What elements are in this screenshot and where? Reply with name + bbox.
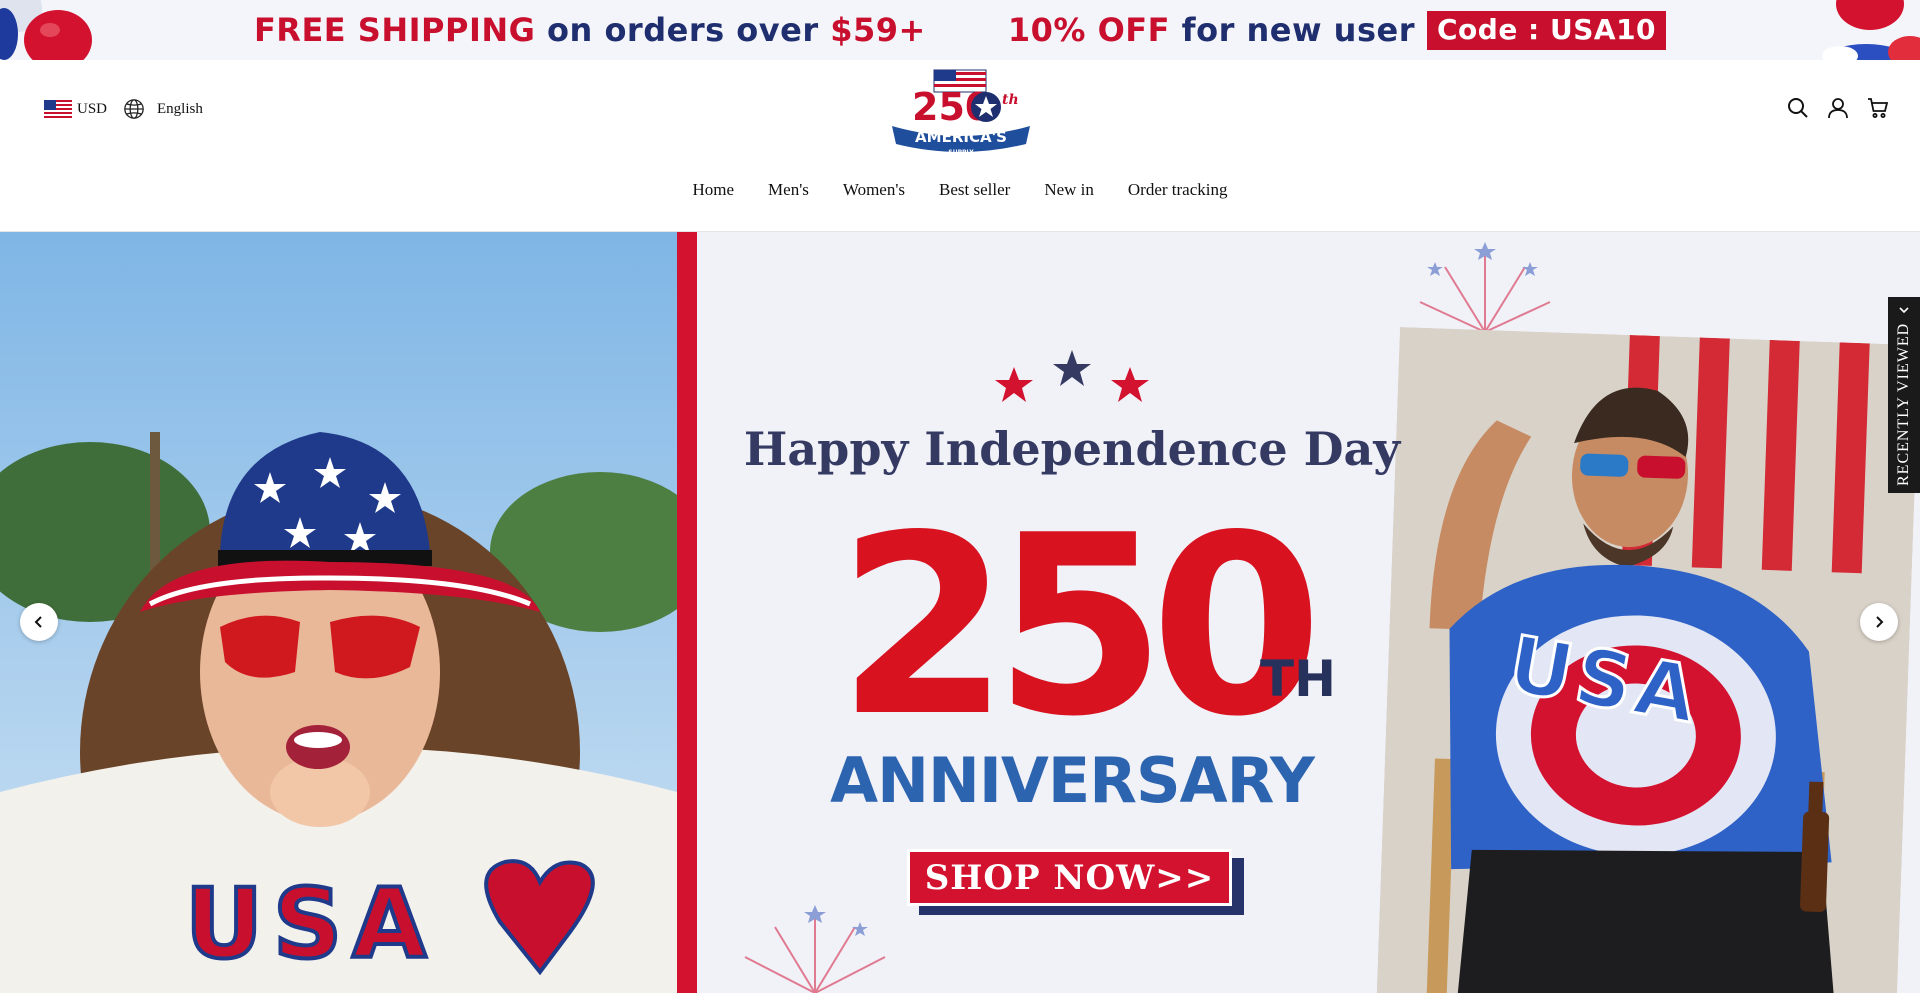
account-icon[interactable] (1826, 96, 1850, 120)
nav-item-mens[interactable]: Men's (768, 180, 809, 200)
hero-subtitle: ANNIVERSARY (830, 744, 1315, 817)
chevron-left-icon (34, 616, 42, 628)
promo-text: FREE SHIPPING on orders over $59+ 10% OF… (0, 0, 1920, 60)
nav-item-best-seller[interactable]: Best seller (939, 180, 1010, 200)
shop-now-button-wrapper: SHOP NOW>> (907, 849, 1247, 919)
hero-title: Happy Independence Day (743, 422, 1401, 476)
logo-banner: AMERICA'S (915, 128, 1007, 146)
header-actions (1786, 96, 1890, 120)
free-shipping-text: FREE SHIPPING (253, 11, 536, 49)
promo-code-badge: Code : USA10 (1426, 10, 1667, 50)
hero-big-number: 250 (837, 483, 1323, 771)
for-new-user-text: for new user (1181, 11, 1415, 49)
logo-tagline: SUPPLY (948, 149, 974, 156)
search-icon[interactable] (1786, 96, 1810, 120)
site-header: USD English 250 th AMERICA'S SUPPLY Home… (0, 60, 1920, 232)
main-navigation: Home Men's Women's Best seller New in Or… (0, 180, 1920, 200)
recently-viewed-text: RECENTLY VIEWED (1895, 322, 1912, 486)
carousel-prev-button[interactable] (20, 603, 58, 641)
hero-left-photo: USA (0, 232, 677, 993)
shop-now-button[interactable]: SHOP NOW>> (907, 849, 1232, 906)
nav-item-womens[interactable]: Women's (843, 180, 905, 200)
cart-icon[interactable] (1866, 96, 1890, 120)
locale-selector: USD English (44, 98, 203, 120)
logo-suffix: th (1002, 92, 1019, 108)
nav-item-order-tracking[interactable]: Order tracking (1128, 180, 1228, 200)
discount-text: 10% OFF (1007, 11, 1171, 49)
left-shirt-text: USA (185, 868, 436, 980)
site-logo[interactable]: 250 th AMERICA'S SUPPLY (886, 68, 1036, 158)
hero-number-suffix: TH (1260, 650, 1336, 708)
announcement-bar: FREE SHIPPING on orders over $59+ 10% OF… (0, 0, 1920, 60)
carousel-next-button[interactable] (1860, 603, 1898, 641)
chevron-up-icon (1899, 307, 1909, 314)
chevron-right-icon (1876, 616, 1884, 628)
hero-red-divider (677, 232, 697, 993)
shipping-threshold: $59+ (830, 11, 926, 49)
us-flag-icon[interactable] (44, 100, 72, 118)
stars-decoration (995, 350, 1149, 402)
on-orders-over-text: on orders over (547, 11, 819, 49)
hero-text-block: Happy Independence Day 250 TH ANNIVERSAR… (697, 232, 1447, 993)
currency-selector[interactable]: USD (77, 101, 107, 118)
recently-viewed-tab[interactable]: RECENTLY VIEWED (1888, 297, 1920, 493)
language-selector[interactable]: English (157, 101, 203, 118)
nav-item-new-in[interactable]: New in (1044, 180, 1094, 200)
nav-item-home[interactable]: Home (693, 180, 735, 200)
hero-right-photo: USA (1376, 327, 1920, 993)
globe-icon[interactable] (123, 98, 145, 120)
hero-banner[interactable]: USA USA Happy Independence Day 250 TH AN… (0, 232, 1920, 993)
recently-viewed-label: RECENTLY VIEWED (1888, 297, 1920, 493)
